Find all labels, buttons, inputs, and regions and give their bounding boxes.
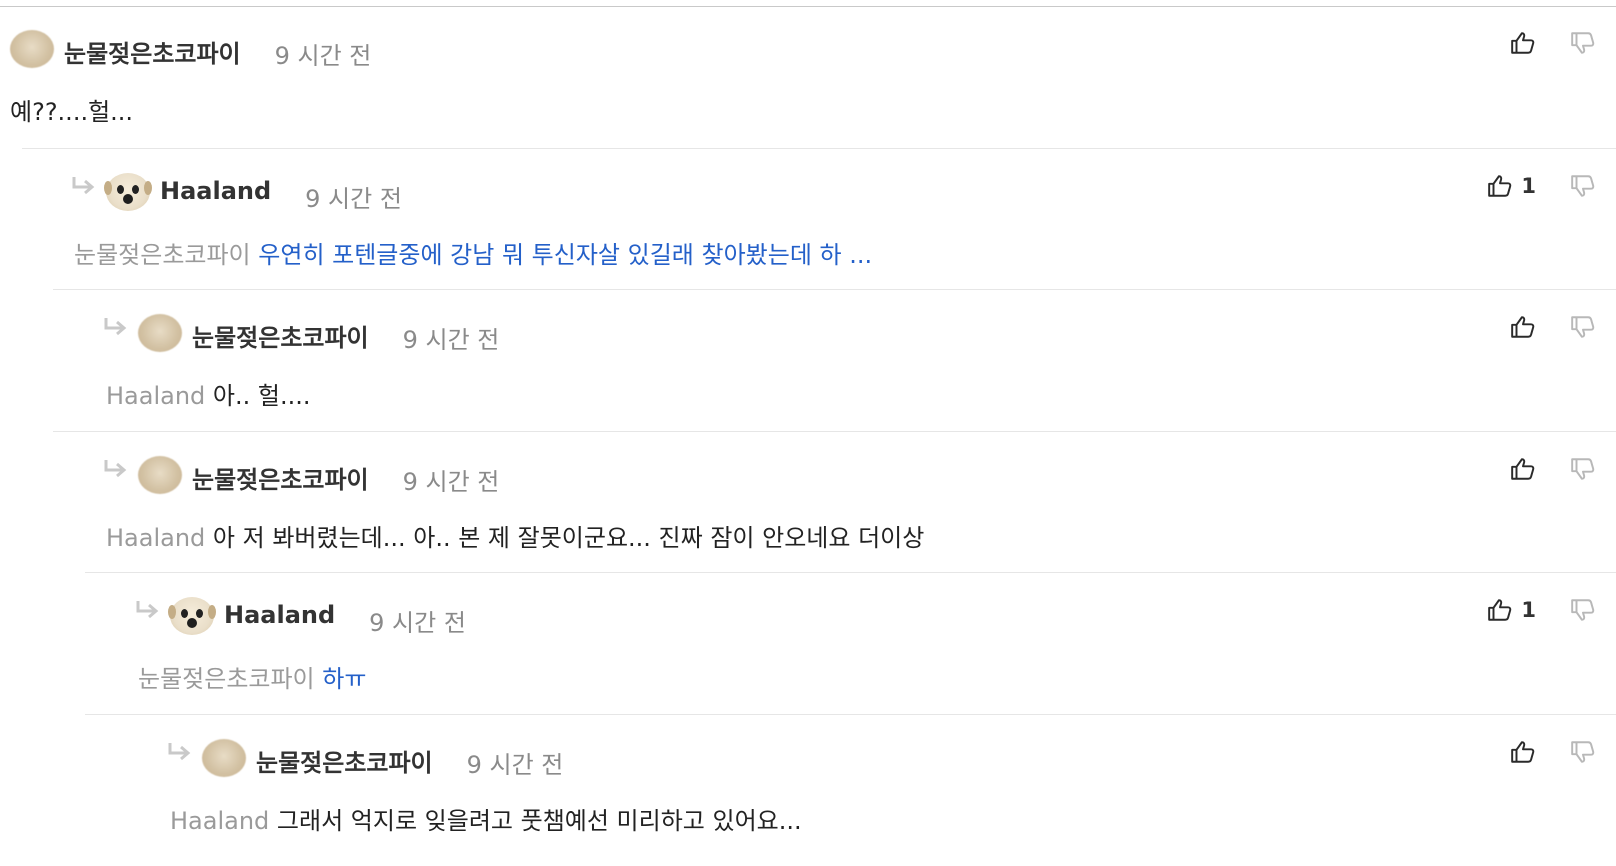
thumbs-down-icon <box>1570 456 1596 482</box>
thumbs-up-icon <box>1487 173 1513 199</box>
dislike-button[interactable] <box>1570 597 1596 623</box>
comment-item: 눈물젖은초코파이 9 시간 전 Haaland 그래서 억지로 잊을려고 풋챔예… <box>85 713 1616 856</box>
comment-author[interactable]: 눈물젖은초코파이 <box>192 318 369 353</box>
comment-mention[interactable]: 눈물젖은초코파이 <box>138 665 322 693</box>
like-count: 1 <box>1521 598 1536 622</box>
like-button[interactable] <box>1510 314 1536 340</box>
comment-text[interactable]: 우연히 포텐글중에 강남 뭐 투신자살 있길래 찾아봤는데 하 ... <box>258 241 872 269</box>
comment-body: 눈물젖은초코파이 하ㅠ <box>138 659 366 694</box>
thumbs-up-icon <box>1510 314 1536 340</box>
comment-item: 눈물젖은초코파이 9 시간 전 예??....헐... <box>0 6 1616 148</box>
comment-header: 눈물젖은초코파이 9 시간 전 <box>53 290 1616 354</box>
dislike-button[interactable] <box>1570 739 1596 765</box>
dislike-button[interactable] <box>1570 30 1596 56</box>
comment-body: 눈물젖은초코파이 우연히 포텐글중에 강남 뭐 투신자살 있길래 찾아봤는데 하… <box>74 235 872 270</box>
thumbs-down-icon <box>1570 30 1596 56</box>
comment-header: 눈물젖은초코파이 9 시간 전 <box>85 715 1616 779</box>
avatar[interactable] <box>10 30 54 68</box>
dislike-button[interactable] <box>1570 314 1596 340</box>
like-button[interactable]: 1 <box>1487 597 1536 623</box>
avatar[interactable] <box>104 172 152 211</box>
comment-author[interactable]: Haaland <box>224 601 335 629</box>
comment-body: Haaland 그래서 억지로 잊을려고 풋챔예선 미리하고 있어요... <box>170 801 802 836</box>
comment-text: 아 저 봐버렸는데... 아.. 본 제 잘못이군요... 진짜 잠이 안오네요… <box>212 523 925 552</box>
comment-votes <box>1476 456 1596 496</box>
avatar[interactable] <box>138 314 182 352</box>
comment-author[interactable]: 눈물젖은초코파이 <box>64 34 241 69</box>
reply-arrow-icon <box>102 458 128 480</box>
thumbs-up-icon <box>1487 597 1513 623</box>
comment-votes <box>1476 30 1596 70</box>
avatar[interactable] <box>202 738 246 777</box>
dislike-button[interactable] <box>1570 173 1596 199</box>
thumbs-up-icon <box>1510 739 1536 765</box>
comment-item: Haaland 9 시간 전 눈물젖은초코파이 우연히 포텐글중에 강남 뭐 투… <box>22 147 1616 290</box>
reply-arrow-icon <box>70 175 96 197</box>
comment-body: Haaland 아 저 봐버렸는데... 아.. 본 제 잘못이군요... 진짜… <box>106 518 924 553</box>
comment-body: Haaland 아.. 헐.... <box>106 376 310 411</box>
comment-votes: 1 <box>1476 173 1596 213</box>
thumbs-down-icon <box>1570 173 1596 199</box>
comment-header: 눈물젖은초코파이 9 시간 전 <box>53 432 1616 496</box>
comment-author[interactable]: 눈물젖은초코파이 <box>256 743 433 778</box>
thumbs-down-icon <box>1570 597 1596 623</box>
comment-votes <box>1476 739 1596 779</box>
thumbs-up-icon <box>1510 456 1536 482</box>
comment-time: 9 시간 전 <box>402 326 500 354</box>
comment-item: Haaland 9 시간 전 눈물젖은초코파이 하ㅠ 1 <box>85 572 1616 714</box>
comment-text: 그래서 억지로 잊을려고 풋챔예선 미리하고 있어요... <box>276 806 802 835</box>
comment-text: 아.. 헐.... <box>212 382 311 410</box>
comment-votes: 1 <box>1476 597 1596 637</box>
thumbs-down-icon <box>1570 739 1596 765</box>
comment-mention[interactable]: Haaland <box>106 524 213 552</box>
avatar[interactable] <box>168 597 216 635</box>
avatar[interactable] <box>138 455 182 494</box>
comment-header: Haaland 9 시간 전 <box>85 573 1616 637</box>
comment-mention[interactable]: Haaland <box>106 382 213 410</box>
comment-header: 눈물젖은초코파이 9 시간 전 <box>0 6 1616 70</box>
like-count: 1 <box>1521 173 1536 198</box>
comment-body: 예??....헐... <box>10 92 133 127</box>
comment-item: 눈물젖은초코파이 9 시간 전 Haaland 아 저 봐버렸는데... 아..… <box>53 430 1616 573</box>
like-button[interactable] <box>1510 739 1536 765</box>
reply-arrow-icon <box>134 599 160 621</box>
comment-time: 9 시간 전 <box>274 42 372 70</box>
dislike-button[interactable] <box>1570 456 1596 482</box>
like-button[interactable] <box>1510 30 1536 56</box>
comment-mention[interactable]: 눈물젖은초코파이 <box>74 241 258 269</box>
comment-time: 9 시간 전 <box>369 609 466 637</box>
thumbs-up-icon <box>1510 30 1536 56</box>
comment-header: Haaland 9 시간 전 <box>22 149 1616 213</box>
comment-author[interactable]: 눈물젖은초코파이 <box>192 460 369 495</box>
comment-author[interactable]: Haaland <box>160 177 271 205</box>
comment-time: 9 시간 전 <box>305 184 402 213</box>
reply-arrow-icon <box>102 316 128 338</box>
comment-time: 9 시간 전 <box>402 467 500 496</box>
comment-item: 눈물젖은초코파이 9 시간 전 Haaland 아.. 헐.... <box>53 289 1616 431</box>
comment-thread: 눈물젖은초코파이 9 시간 전 예??....헐... Haaland 9 시간… <box>0 0 1616 866</box>
comment-mention[interactable]: Haaland <box>170 807 277 835</box>
comment-votes <box>1476 314 1596 354</box>
comment-text[interactable]: 하ㅠ <box>322 665 366 693</box>
like-button[interactable]: 1 <box>1487 173 1536 199</box>
thumbs-down-icon <box>1570 314 1596 340</box>
comment-text: 예??....헐... <box>10 98 134 126</box>
like-button[interactable] <box>1510 456 1536 482</box>
comment-time: 9 시간 전 <box>466 750 564 779</box>
reply-arrow-icon <box>166 741 192 763</box>
